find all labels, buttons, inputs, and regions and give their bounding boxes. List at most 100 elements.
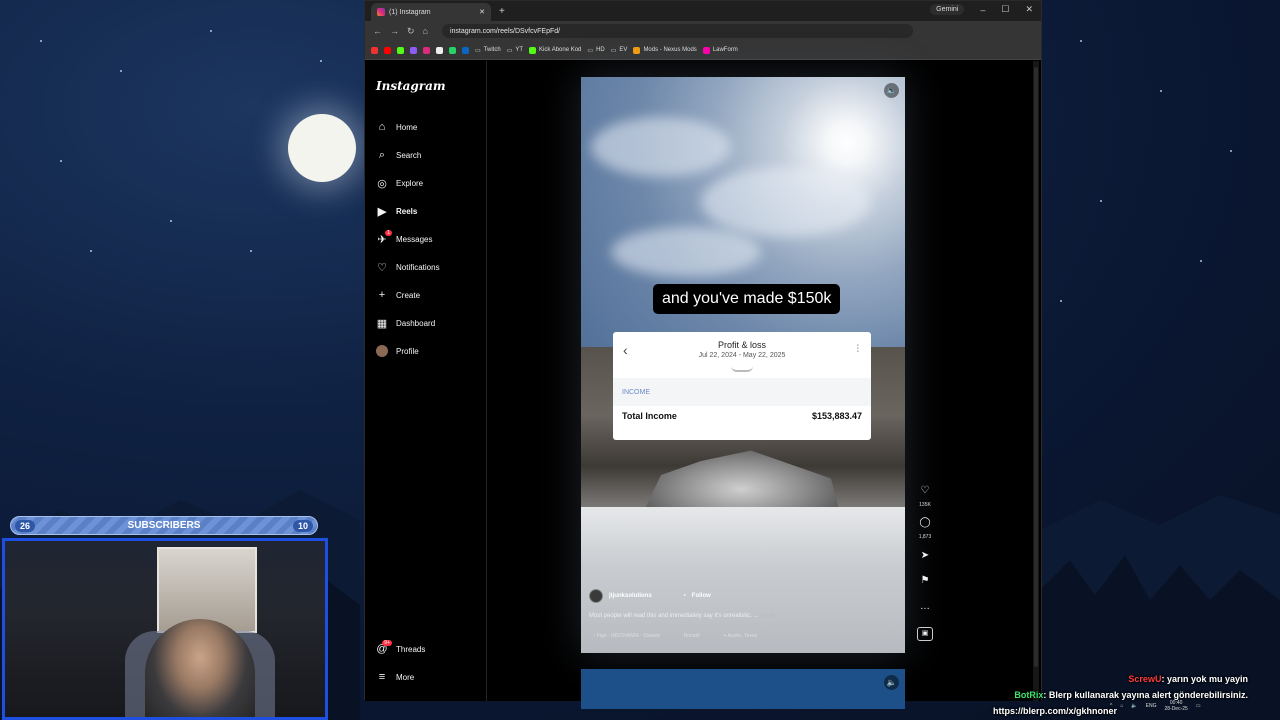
bookmark-yt[interactable]: ▭ YT bbox=[507, 47, 523, 54]
network-icon[interactable]: ⌂ bbox=[1120, 703, 1123, 709]
instagram-sidebar: Instagram ⌂ Home ⌕ Search ◎ Explore ▶ Reels … bbox=[365, 61, 487, 701]
whatsapp-bookmark-icon[interactable] bbox=[449, 46, 456, 54]
nav-label: Explore bbox=[396, 178, 424, 188]
mute-icon[interactable]: 🔈 bbox=[884, 675, 899, 690]
nav-dashboard[interactable]: ▦ Dashboard bbox=[376, 317, 435, 330]
compass-icon: ◎ bbox=[377, 177, 387, 190]
nav-search[interactable]: ⌕ Search bbox=[376, 149, 421, 161]
income-section-label: INCOME bbox=[622, 389, 650, 396]
nav-create[interactable]: + Create bbox=[376, 289, 420, 301]
language-indicator[interactable]: ENG bbox=[1146, 703, 1157, 709]
total-income-label: Total Income bbox=[622, 411, 677, 421]
nav-reels[interactable]: ▶ Reels bbox=[376, 205, 418, 218]
plus-icon: + bbox=[378, 289, 386, 301]
bookmark-icon[interactable]: ⚑ bbox=[917, 575, 933, 586]
reload-icon[interactable]: ↻ bbox=[407, 26, 415, 37]
card-title: Profit & loss bbox=[717, 340, 766, 350]
bookmark-hd[interactable]: ▭ HD bbox=[587, 47, 604, 54]
instagram-favicon-icon bbox=[377, 8, 385, 16]
nav-label: Threads bbox=[396, 644, 426, 654]
x-bookmark-icon[interactable] bbox=[436, 46, 443, 54]
next-reel-preview[interactable]: 🔈 bbox=[581, 669, 905, 709]
total-income-value: $153,883.47 bbox=[811, 411, 862, 421]
close-window-icon[interactable]: ✕ bbox=[1025, 4, 1033, 15]
threads-icon: @9+ bbox=[376, 640, 392, 655]
bookmark-favicon-icon[interactable] bbox=[410, 46, 417, 54]
folder-icon: ▭ bbox=[475, 47, 481, 54]
more-options-icon[interactable]: … bbox=[917, 601, 933, 612]
scrollbar-thumb[interactable] bbox=[1034, 67, 1038, 667]
follow-button[interactable]: Follow bbox=[692, 593, 711, 599]
moon bbox=[288, 114, 356, 182]
dashboard-icon: ▦ bbox=[376, 317, 388, 330]
tray-chevron-icon[interactable]: ^ bbox=[1110, 703, 1112, 709]
bookmark-twitch[interactable]: ▭ Twitch bbox=[475, 47, 501, 54]
kick-bookmark-icon[interactable] bbox=[397, 46, 404, 54]
address-row: ← → ↻ ⌂ instagram.com/reels/DSvfcvFEpFd/ bbox=[365, 21, 1041, 41]
reel-video[interactable]: 🔈 and you've made $150k ‹ Profit & loss … bbox=[581, 77, 905, 653]
like-icon[interactable]: ♡ bbox=[917, 485, 933, 496]
owner-username[interactable]: jtjunksolutions bbox=[609, 593, 652, 599]
nav-explore[interactable]: ◎ Explore bbox=[376, 177, 424, 190]
clock[interactable]: 00:40 28-Dec-25 bbox=[1164, 700, 1187, 712]
chat-text: : Blerp kullanarak yayına alert göndereb… bbox=[1043, 690, 1248, 700]
search-icon: ⌕ bbox=[378, 148, 386, 161]
nav-profile[interactable]: Profile bbox=[376, 345, 419, 357]
bookmark-favicon-icon[interactable] bbox=[371, 46, 378, 54]
nav-more[interactable]: ≡ More bbox=[376, 671, 414, 683]
nav-threads[interactable]: @9+ Threads bbox=[376, 640, 426, 655]
audio-text: Figo · INSONAMIA - Slowed bbox=[596, 633, 660, 639]
tagged-user[interactable]: Ronald bbox=[684, 633, 700, 639]
description-text: Most people will read this and immediate… bbox=[589, 613, 759, 619]
mute-icon[interactable]: 🔈 bbox=[884, 83, 899, 98]
clock-date: 28-Dec-25 bbox=[1164, 706, 1188, 712]
nav-label: Profile bbox=[396, 346, 419, 356]
nexus-icon bbox=[633, 46, 641, 54]
instagram-bookmark-icon[interactable] bbox=[423, 46, 430, 54]
more-link[interactable]: more bbox=[760, 613, 774, 619]
owner-avatar[interactable] bbox=[589, 589, 603, 603]
back-icon[interactable]: ← bbox=[373, 26, 382, 36]
location-text: Austin, Texas bbox=[727, 633, 758, 639]
nav-home[interactable]: ⌂ Home bbox=[376, 121, 418, 133]
chat-message: ScrewU: yarın yok mu yayin bbox=[1128, 674, 1248, 684]
close-tab-icon[interactable]: ✕ bbox=[479, 8, 485, 16]
folder-icon: ▭ bbox=[610, 47, 617, 54]
notification-icon[interactable]: ▭ bbox=[1196, 703, 1201, 709]
nav-notifications[interactable]: ♡ Notifications bbox=[376, 261, 440, 274]
reel-description: Most people will read this and immediate… bbox=[589, 613, 774, 619]
home-icon: ⌂ bbox=[378, 121, 386, 133]
bookmark-kick[interactable]: Kick Abone Kod bbox=[529, 46, 581, 54]
scrollbar[interactable] bbox=[1033, 61, 1039, 701]
bookmark-nexus[interactable]: Mods - Nexus Mods bbox=[633, 46, 697, 54]
nav-messages[interactable]: ✈ 1 Messages bbox=[376, 230, 432, 246]
minimize-icon[interactable]: – bbox=[980, 5, 985, 15]
threads-badge: 9+ bbox=[382, 640, 392, 646]
bookmark-ev[interactable]: ▭ EV bbox=[611, 47, 628, 54]
audio-thumbnail-icon[interactable]: ▣ bbox=[917, 627, 933, 641]
address-bar[interactable]: instagram.com/reels/DSvfcvFEpFd/ bbox=[441, 24, 913, 38]
maximize-icon[interactable]: ☐ bbox=[1001, 4, 1009, 15]
tab-bar: (1) Instagram ✕ + Gemini – ☐ ✕ bbox=[365, 1, 1041, 21]
volume-icon[interactable]: 🔈 bbox=[1131, 703, 1137, 709]
forward-icon[interactable]: → bbox=[390, 26, 399, 36]
profit-loss-card: ‹ Profit & loss Jul 22, 2024 - May 22, 2… bbox=[613, 332, 871, 440]
home-browser-icon[interactable]: ⌂ bbox=[423, 26, 428, 36]
comment-icon[interactable]: ◯ bbox=[917, 517, 933, 528]
share-icon[interactable]: ➤ bbox=[917, 550, 933, 561]
location-link[interactable]: ⌖ Austin, Texas bbox=[724, 633, 758, 639]
linkedin-bookmark-icon[interactable] bbox=[462, 46, 469, 54]
avatar-icon bbox=[376, 345, 388, 357]
youtube-bookmark-icon[interactable] bbox=[384, 46, 391, 54]
bookmark-lawform[interactable]: LawForm bbox=[702, 46, 738, 54]
new-tab-button[interactable]: + bbox=[499, 6, 505, 17]
card-dates: Jul 22, 2024 - May 22, 2025 bbox=[698, 352, 786, 359]
gemini-button[interactable]: Gemini bbox=[930, 4, 965, 15]
instagram-logo[interactable]: Instagram bbox=[376, 79, 446, 93]
hamburger-icon: ≡ bbox=[378, 671, 386, 683]
bookmark-label: EV bbox=[619, 47, 628, 53]
bookmark-label: HD bbox=[596, 47, 605, 53]
tab-instagram[interactable]: (1) Instagram ✕ bbox=[371, 3, 491, 21]
bookmark-label: Twitch bbox=[483, 47, 501, 53]
audio-link[interactable]: ♪ Figo · INSONAMIA - Slowed bbox=[593, 633, 660, 639]
